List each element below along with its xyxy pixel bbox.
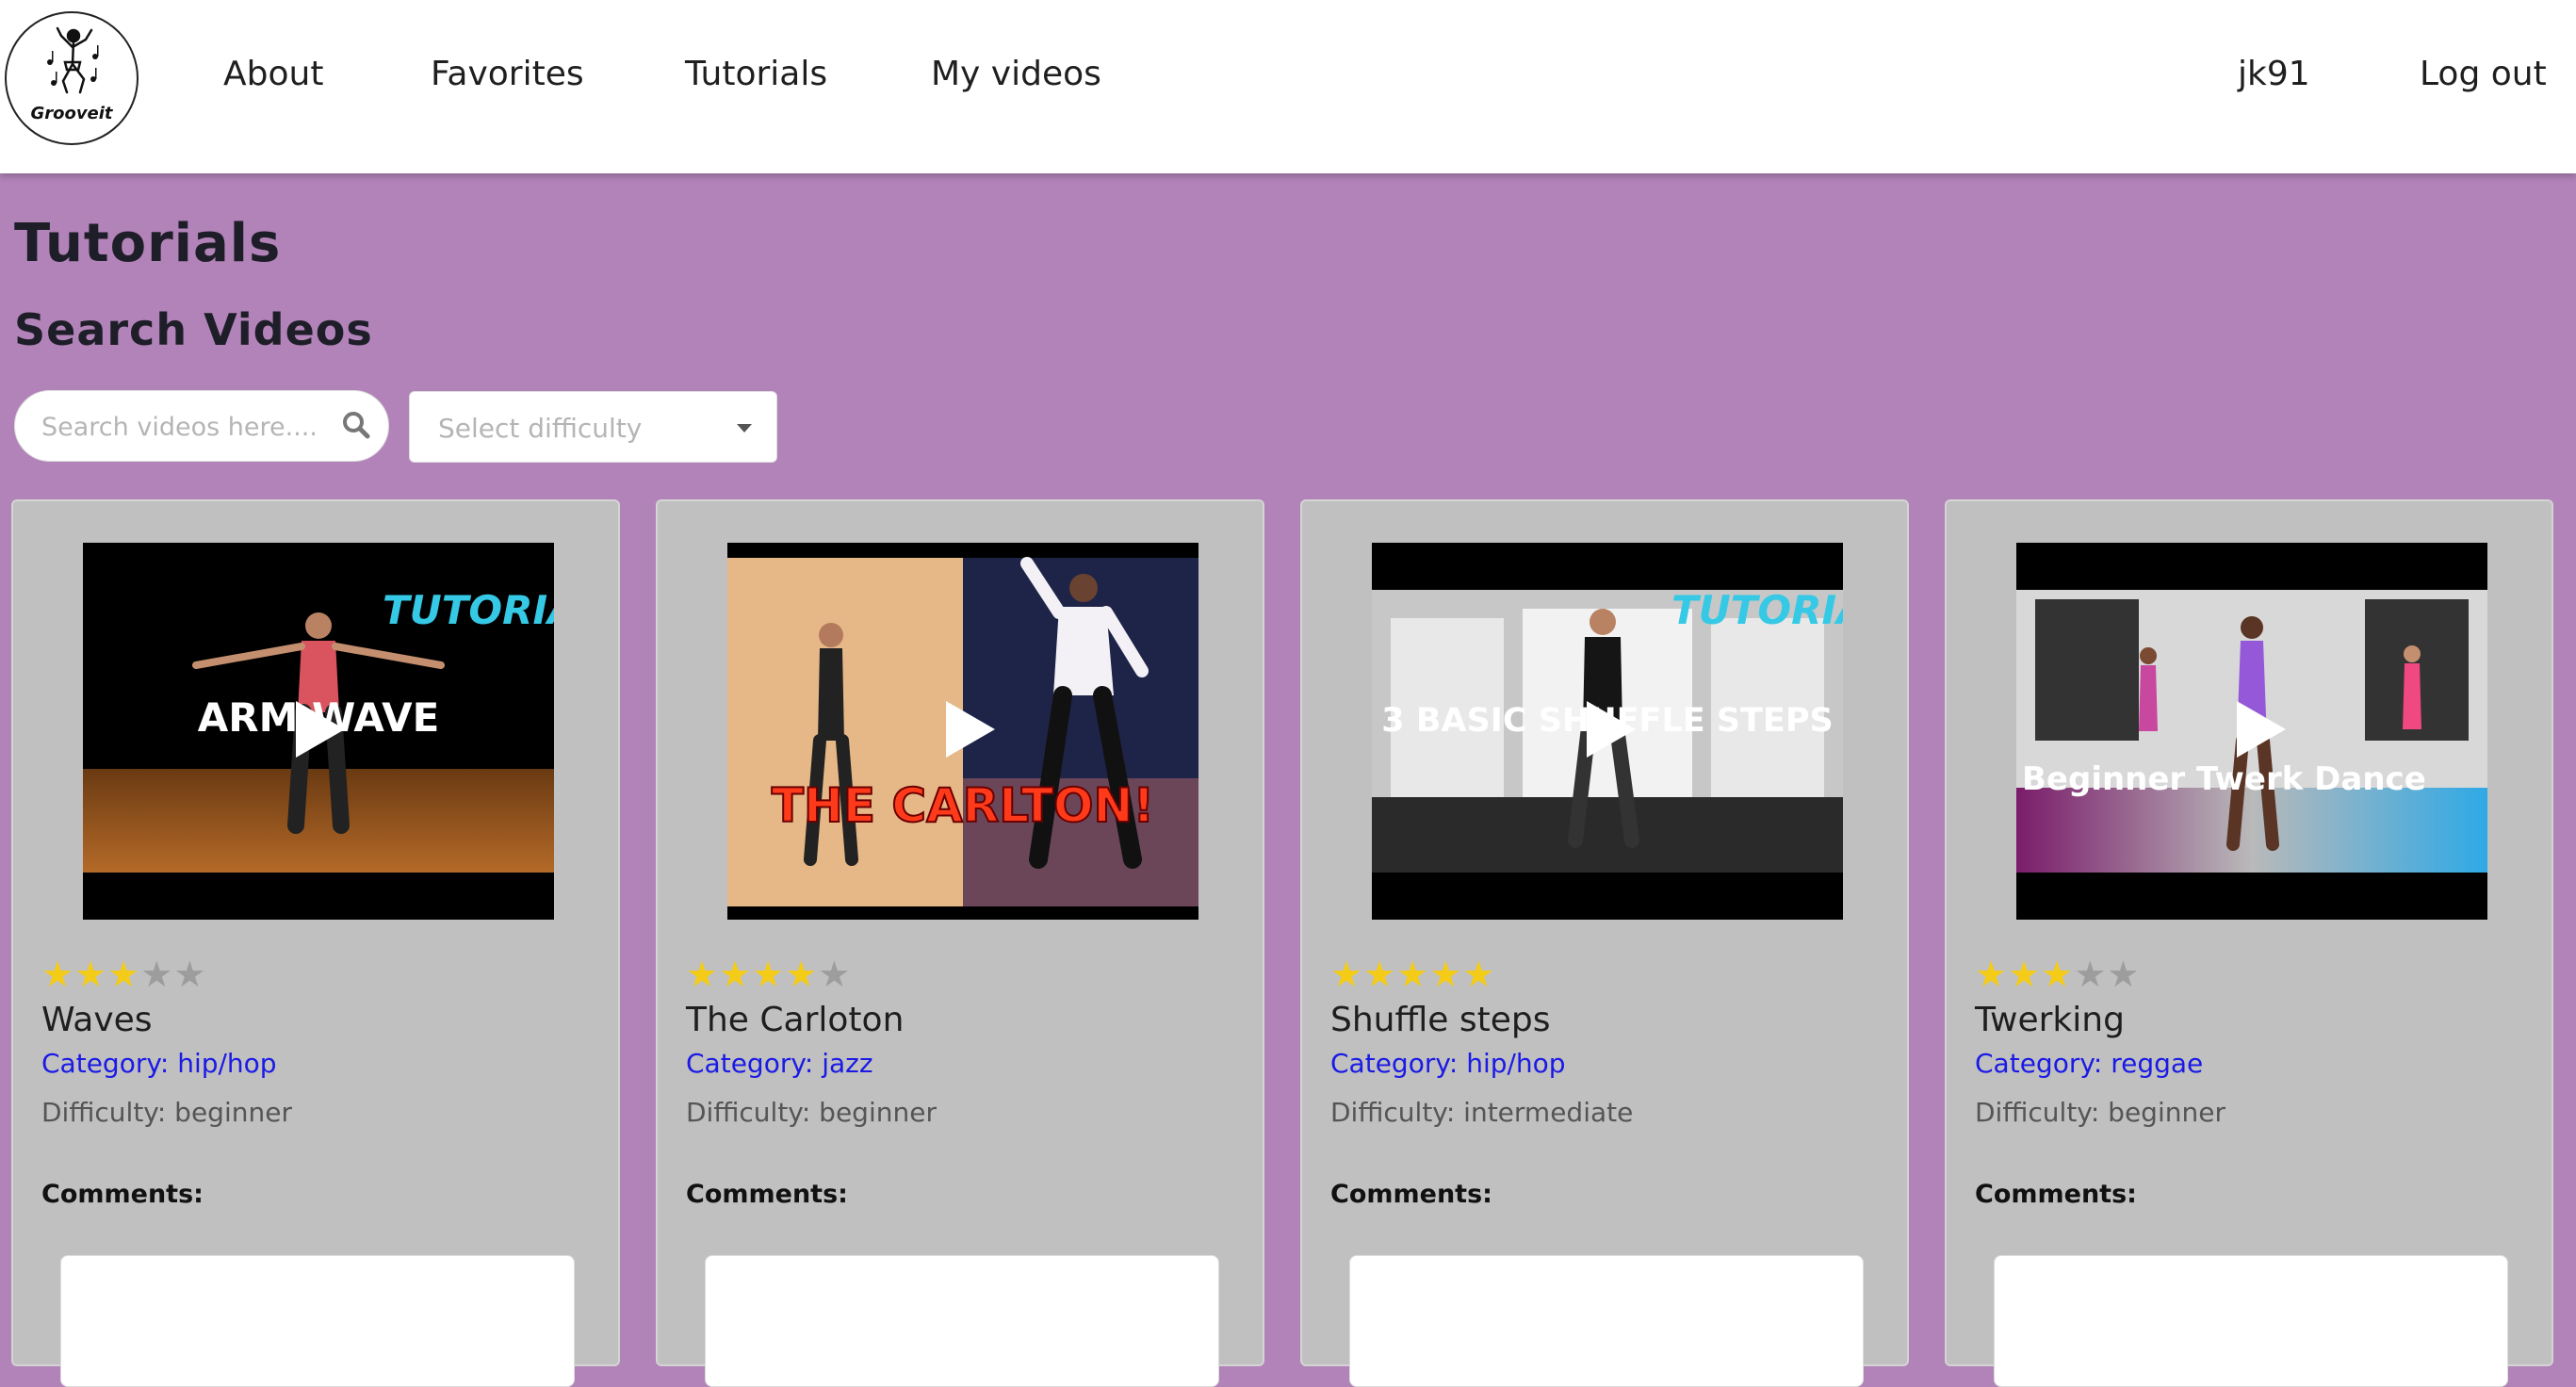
video-difficulty: Difficulty: beginner xyxy=(1975,1097,2225,1128)
grooveit-logo[interactable]: Grooveit xyxy=(5,11,139,145)
star-icon[interactable]: ★ xyxy=(74,956,106,994)
video-difficulty: Difficulty: beginner xyxy=(686,1097,937,1128)
difficulty-select-placeholder: Select difficulty xyxy=(438,413,643,444)
page-title: Tutorials xyxy=(14,213,282,274)
star-icon[interactable]: ★ xyxy=(2074,956,2106,994)
star-icon[interactable]: ★ xyxy=(41,956,73,994)
star-icon[interactable]: ★ xyxy=(107,956,139,994)
star-icon[interactable]: ★ xyxy=(719,956,751,994)
comment-input[interactable] xyxy=(1349,1255,1864,1387)
nav-link-logout[interactable]: Log out xyxy=(2420,55,2547,93)
video-difficulty: Difficulty: intermediate xyxy=(1330,1097,1634,1128)
search-heading: Search Videos xyxy=(14,304,373,355)
comments-label: Comments: xyxy=(1975,1180,2137,1209)
video-category[interactable]: Category: hip/hop xyxy=(41,1048,277,1079)
nav-link-favorites[interactable]: Favorites xyxy=(431,55,584,93)
nav-username[interactable]: jk91 xyxy=(2238,55,2310,93)
star-icon[interactable]: ★ xyxy=(686,956,718,994)
search-icon[interactable] xyxy=(341,410,371,440)
video-difficulty: Difficulty: beginner xyxy=(41,1097,292,1128)
nav-link-about[interactable]: About xyxy=(223,55,323,93)
video-thumbnail[interactable]: TUTORIAL 3 BASIC SHUFFLE STEPS xyxy=(1372,543,1843,920)
star-icon[interactable]: ★ xyxy=(1462,956,1494,994)
star-rating: ★★★★★ xyxy=(686,956,851,994)
nav-link-my-videos[interactable]: My videos xyxy=(931,55,1101,93)
video-card: THE CARLTON! ★★★★★ The Carloton Category… xyxy=(656,499,1264,1387)
video-title: Waves xyxy=(41,1001,153,1039)
comments-label: Comments: xyxy=(41,1180,204,1209)
star-icon[interactable]: ★ xyxy=(1429,956,1461,994)
star-icon[interactable]: ★ xyxy=(2008,956,2040,994)
comments-label: Comments: xyxy=(686,1180,848,1209)
comments-label: Comments: xyxy=(1330,1180,1492,1209)
video-category[interactable]: Category: jazz xyxy=(686,1048,873,1079)
star-icon[interactable]: ★ xyxy=(1330,956,1362,994)
thumb-tag-text: TUTORIAL xyxy=(1671,587,1843,633)
search-box xyxy=(14,390,389,462)
difficulty-select[interactable]: Select difficulty xyxy=(409,391,777,463)
star-icon[interactable]: ★ xyxy=(752,956,784,994)
star-icon[interactable]: ★ xyxy=(1396,956,1428,994)
video-thumbnail[interactable]: Beginner Twerk Dance xyxy=(2016,543,2487,920)
video-title: The Carloton xyxy=(686,1001,905,1039)
comment-input[interactable] xyxy=(705,1255,1219,1387)
nav-link-tutorials[interactable]: Tutorials xyxy=(685,55,827,93)
comment-input[interactable] xyxy=(60,1255,575,1387)
star-rating: ★★★★★ xyxy=(1975,956,2140,994)
comment-input[interactable] xyxy=(1994,1255,2508,1387)
star-rating: ★★★★★ xyxy=(41,956,206,994)
video-card: Beginner Twerk Dance ★★★★★ Twerking Cate… xyxy=(1945,499,2553,1387)
video-category[interactable]: Category: reggae xyxy=(1975,1048,2203,1079)
video-card: TUTORIAL 3 BASIC SHUFFLE STEPS ★★★★★ Shu… xyxy=(1300,499,1909,1387)
video-thumbnail[interactable]: THE CARLTON! xyxy=(727,543,1198,920)
top-navbar: Grooveit About Favorites Tutorials My vi… xyxy=(0,0,2576,173)
video-card: TUTORIAL ARM WAVE ★★★★★ Waves Category: … xyxy=(11,499,620,1387)
star-rating: ★★★★★ xyxy=(1330,956,1495,994)
star-icon[interactable]: ★ xyxy=(2041,956,2073,994)
star-icon[interactable]: ★ xyxy=(818,956,850,994)
star-icon[interactable]: ★ xyxy=(1975,956,2007,994)
thumb-overlay-text: THE CARLTON! xyxy=(772,778,1154,833)
video-title: Twerking xyxy=(1975,1001,2125,1039)
star-icon[interactable]: ★ xyxy=(2107,956,2139,994)
video-thumbnail[interactable]: TUTORIAL ARM WAVE xyxy=(83,543,554,920)
dancer-logo-icon xyxy=(47,26,99,94)
thumb-tag-text: TUTORIAL xyxy=(383,587,554,633)
search-input[interactable] xyxy=(41,408,324,446)
thumb-overlay-text: Beginner Twerk Dance xyxy=(2022,760,2426,798)
logo-text: Grooveit xyxy=(30,104,113,123)
video-title: Shuffle steps xyxy=(1330,1001,1551,1039)
caret-down-icon xyxy=(737,424,752,432)
star-icon[interactable]: ★ xyxy=(140,956,172,994)
star-icon[interactable]: ★ xyxy=(785,956,817,994)
star-icon[interactable]: ★ xyxy=(173,956,205,994)
star-icon[interactable]: ★ xyxy=(1363,956,1395,994)
video-category[interactable]: Category: hip/hop xyxy=(1330,1048,1566,1079)
